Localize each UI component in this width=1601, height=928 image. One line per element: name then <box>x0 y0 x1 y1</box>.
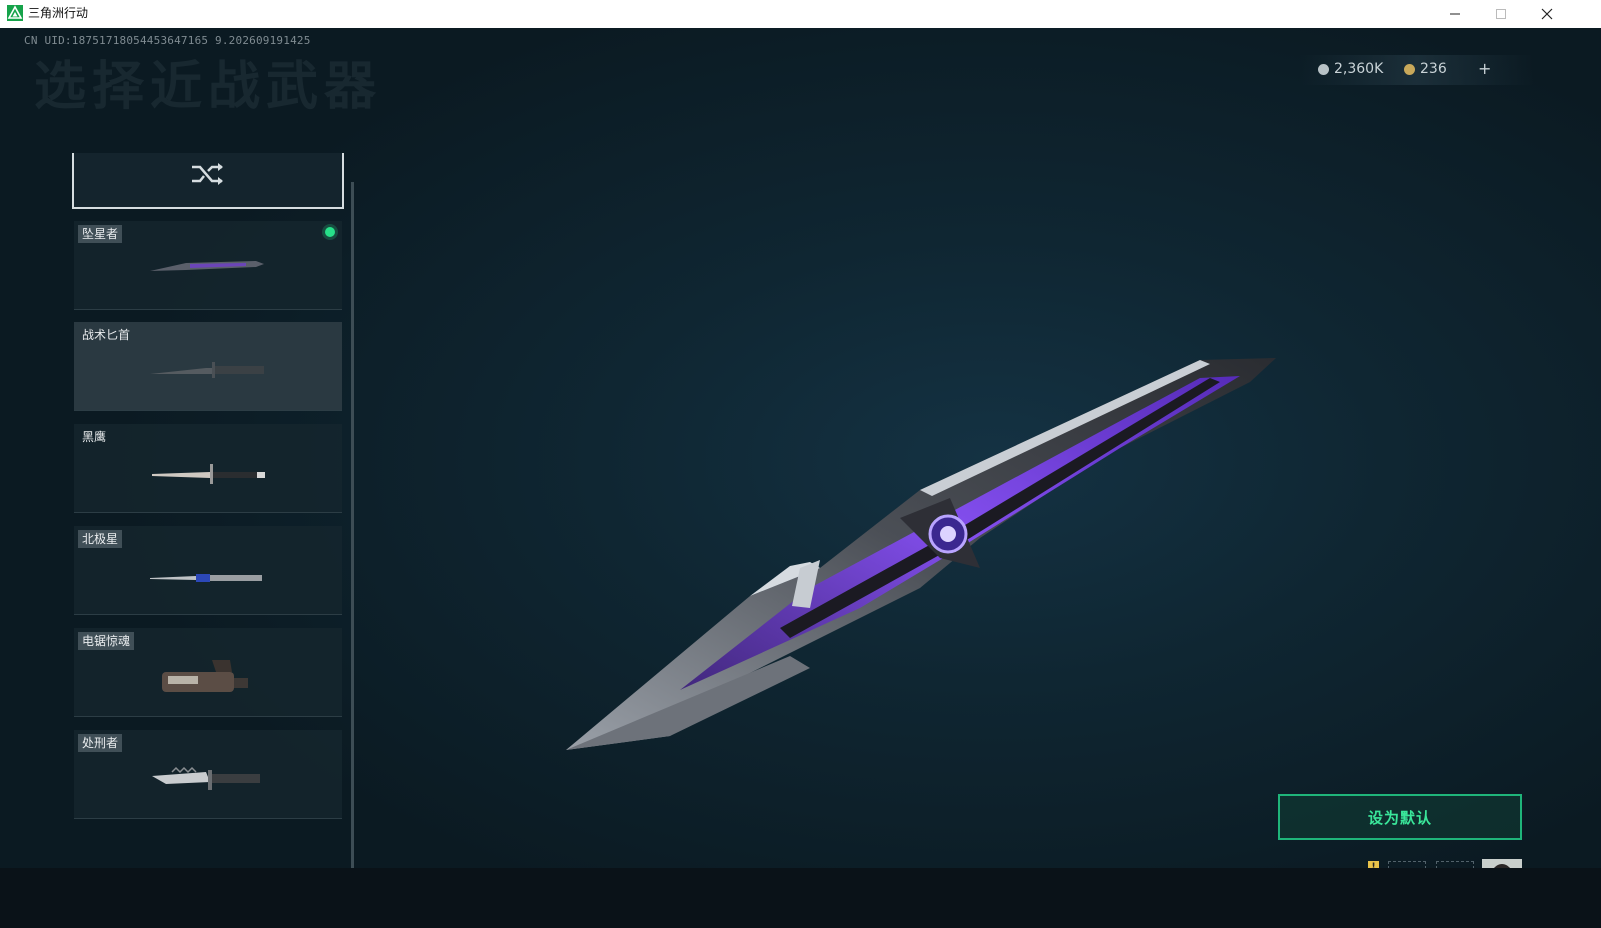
list-scrollbar[interactable] <box>351 182 354 874</box>
silver-amount: 2,360K <box>1334 61 1384 77</box>
minimize-button[interactable] <box>1432 0 1478 28</box>
add-squad-slot-1[interactable]: + <box>1388 861 1426 899</box>
bar-chart-icon <box>1216 882 1234 896</box>
weapon-item-3[interactable]: 北极星 <box>74 526 342 615</box>
weapon-name: 电锯惊魂 <box>78 632 135 650</box>
weapon-name: 处刑者 <box>78 734 123 752</box>
avatar-portrait <box>1482 859 1522 900</box>
window-title: 三角洲行动 <box>28 6 89 20</box>
esc-key: Esc <box>81 879 103 895</box>
weapon-thumbnail <box>150 261 264 271</box>
weapon-thumbnail <box>150 362 264 378</box>
weapon-thumbnail <box>152 464 265 484</box>
weapon-name: 战术匕首 <box>82 328 131 342</box>
friends-count: 12 <box>1348 878 1364 892</box>
weapon-name: 黑鹰 <box>82 430 107 444</box>
close-icon <box>1541 8 1553 20</box>
weapon-thumbnail <box>162 660 248 692</box>
gold-amount: 236 <box>1420 61 1447 77</box>
weapon-thumbnail <box>152 766 260 790</box>
maximize-icon <box>1496 9 1506 19</box>
weapon-item-2[interactable]: 黑鹰 <box>74 424 342 513</box>
game-viewport: CN UID:18751718054453647165 9.2026091914… <box>0 28 1601 928</box>
add-currency-button[interactable]: + <box>1478 59 1491 78</box>
friends-button[interactable] <box>1318 874 1348 900</box>
currency-bar: 2,360K 236 <box>1300 55 1534 85</box>
weapon-item-4[interactable]: 电锯惊魂 <box>74 628 342 717</box>
back-label: 返回 <box>111 885 131 896</box>
gold-coin-icon <box>1404 63 1415 75</box>
silver-currency: 2,360K <box>1318 61 1383 77</box>
weapon-item-0[interactable]: 坠星者 <box>74 221 342 310</box>
shuffle-icon <box>192 163 223 185</box>
app-logo-icon <box>7 5 23 21</box>
close-button[interactable] <box>1524 0 1570 28</box>
weapon-3d-preview[interactable] <box>560 338 1320 778</box>
gold-currency: 236 <box>1404 61 1447 77</box>
window-titlebar: 三角洲行动 <box>0 0 1601 29</box>
flag-button[interactable] <box>1262 874 1292 900</box>
stats-button[interactable] <box>1210 874 1240 900</box>
notification-badge: ! <box>1368 861 1379 873</box>
weapon-item-1[interactable]: 战术匕首 <box>74 322 342 411</box>
maximize-button[interactable] <box>1478 0 1524 28</box>
weapon-name: 北极星 <box>78 530 123 548</box>
equipped-indicator <box>325 227 335 237</box>
weapon-name: 坠星者 <box>78 225 123 243</box>
page-title: 选择近战武器 <box>34 57 383 117</box>
weapon-thumbnail <box>150 574 262 582</box>
friends-icon <box>1325 879 1341 895</box>
random-weapon-tile[interactable] <box>72 153 344 209</box>
player-avatar[interactable] <box>1482 859 1522 900</box>
weapon-item-5[interactable]: 处刑者 <box>74 730 342 819</box>
set-default-button[interactable]: 设为默认 <box>1278 794 1522 840</box>
flag-icon <box>1270 879 1283 895</box>
back-button[interactable]: Esc 返回 <box>74 872 142 904</box>
silver-coin-icon <box>1318 63 1329 75</box>
add-squad-slot-2[interactable]: + <box>1436 861 1474 899</box>
minimize-icon <box>1450 13 1460 15</box>
